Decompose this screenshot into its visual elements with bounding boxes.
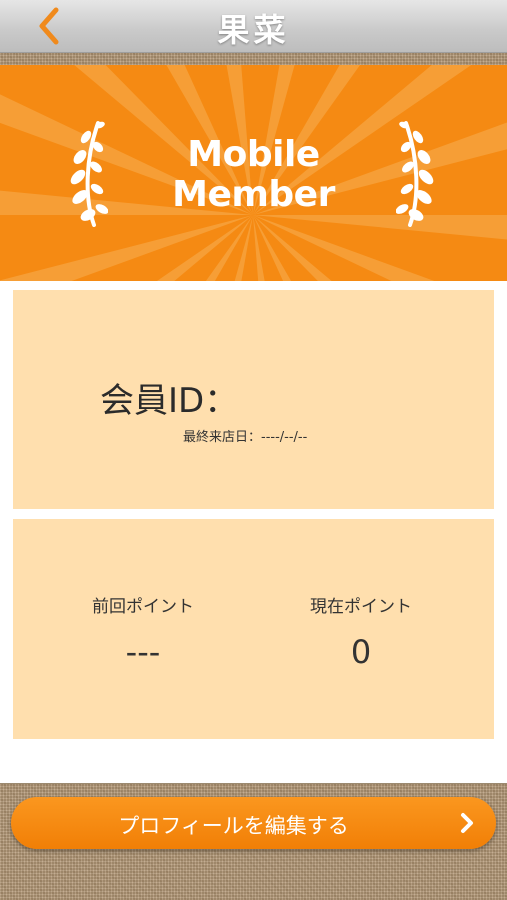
- current-points-value: 0: [350, 633, 372, 671]
- hero-title-line1: Mobile: [187, 134, 320, 175]
- previous-points-label: 前回ポイント: [92, 597, 194, 617]
- current-points-label: 現在ポイント: [310, 597, 412, 617]
- current-points: 現在ポイント 0: [261, 592, 461, 671]
- app-title: 果菜: [217, 11, 290, 49]
- app-header: 果菜: [0, 0, 507, 53]
- last-visit-date: 最終来店日：----/--/--: [183, 430, 308, 445]
- member-id-card: 会員ID： 最終来店日：----/--/--: [13, 290, 494, 509]
- chevron-right-icon: [461, 813, 473, 833]
- member-id-label: 会員ID：: [100, 381, 239, 421]
- edit-profile-label: プロフィールを編集する: [118, 814, 349, 838]
- previous-points: 前回ポイント ---: [43, 592, 243, 671]
- member-screen: 果菜 Mobile Member 会員ID： 最終来店日：----/--/-- …: [0, 0, 507, 900]
- burlap-strip: [0, 53, 507, 65]
- points-card: 前回ポイント --- 現在ポイント 0: [13, 519, 494, 739]
- mobile-member-banner: Mobile Member: [0, 65, 507, 281]
- hero-title: Mobile Member: [0, 135, 507, 215]
- hero-title-line2: Member: [172, 174, 335, 215]
- previous-points-value: ---: [125, 633, 161, 671]
- edit-profile-button[interactable]: プロフィールを編集する: [11, 797, 496, 849]
